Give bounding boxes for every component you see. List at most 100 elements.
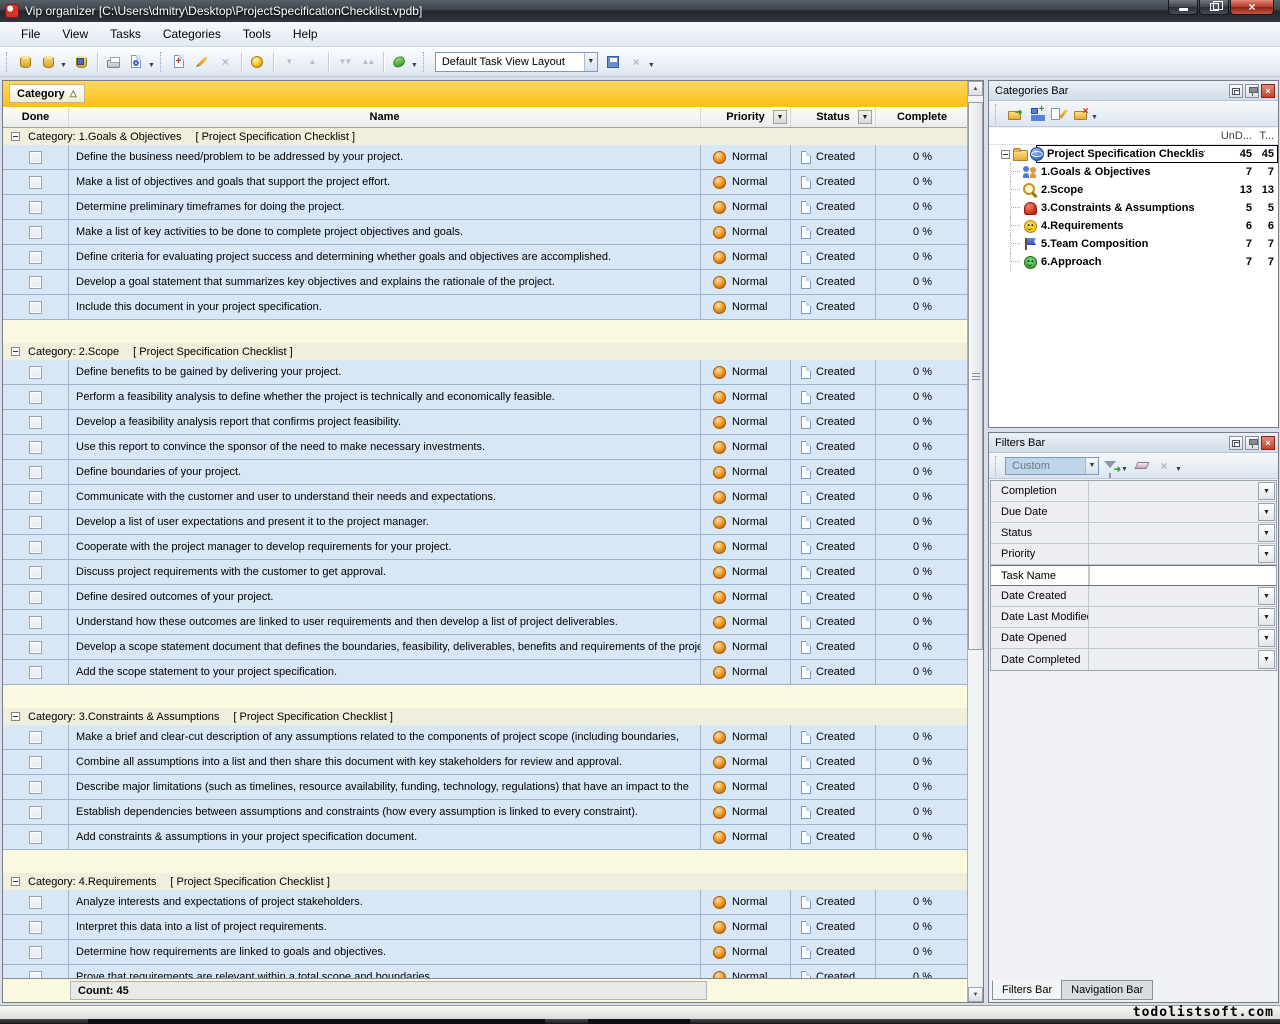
column-header-done[interactable]: Done	[3, 107, 69, 127]
task-name-cell[interactable]: Include this document in your project sp…	[69, 295, 701, 319]
task-row[interactable]: Define boundaries of your project.Normal…	[3, 460, 969, 485]
priority-cell[interactable]: Normal	[701, 360, 791, 384]
column-header-status[interactable]: Status▼	[791, 107, 876, 127]
menu-item-view[interactable]: View	[51, 23, 99, 45]
task-name-cell[interactable]: Define the business need/problem to be a…	[69, 145, 701, 169]
complete-cell[interactable]: 0 %	[876, 750, 969, 774]
priority-cell[interactable]: Normal	[701, 660, 791, 684]
task-checkbox[interactable]	[29, 781, 42, 794]
edit-task-button[interactable]	[191, 51, 214, 73]
task-row[interactable]: Make a list of objectives and goals that…	[3, 170, 969, 195]
move-bottom-button[interactable]: ▼▼	[333, 51, 356, 73]
task-checkbox[interactable]	[29, 366, 42, 379]
task-checkbox[interactable]	[29, 301, 42, 314]
priority-cell[interactable]: Normal	[701, 510, 791, 534]
task-row[interactable]: Define desired outcomes of your project.…	[3, 585, 969, 610]
status-cell[interactable]: Created	[791, 560, 876, 584]
complete-cell[interactable]: 0 %	[876, 435, 969, 459]
task-name-cell[interactable]: Define boundaries of your project.	[69, 460, 701, 484]
task-name-cell[interactable]: Prove that requirements are relevant wit…	[69, 965, 701, 978]
status-cell[interactable]: Created	[791, 585, 876, 609]
priority-cell[interactable]: Normal	[701, 750, 791, 774]
complete-cell[interactable]: 0 %	[876, 460, 969, 484]
complete-cell[interactable]: 0 %	[876, 145, 969, 169]
task-row[interactable]: Determine preliminary timeframes for doi…	[3, 195, 969, 220]
filter-value[interactable]	[1089, 502, 1257, 522]
delete-task-button[interactable]: ×	[214, 51, 237, 73]
status-cell[interactable]: Created	[791, 535, 876, 559]
status-cell[interactable]: Created	[791, 435, 876, 459]
task-row[interactable]: Use this report to convince the sponsor …	[3, 435, 969, 460]
task-row[interactable]: Interpret this data into a list of proje…	[3, 915, 969, 940]
add-category-button[interactable]: ➜	[1003, 104, 1025, 124]
task-checkbox[interactable]	[29, 176, 42, 189]
status-cell[interactable]: Created	[791, 410, 876, 434]
collapse-icon[interactable]	[11, 877, 20, 886]
task-row[interactable]: Make a brief and clear-cut description o…	[3, 725, 969, 750]
total-column-header[interactable]: T...	[1256, 130, 1274, 142]
complete-cell[interactable]: 0 %	[876, 170, 969, 194]
priority-cell[interactable]: Normal	[701, 635, 791, 659]
undone-column-header[interactable]: UnD...	[1212, 130, 1252, 142]
filter-value[interactable]	[1089, 523, 1257, 543]
task-row[interactable]: Define the business need/problem to be a…	[3, 145, 969, 170]
dropdown-caret-icon[interactable]: ▼	[1175, 466, 1182, 473]
tree-category-row[interactable]: 2.Scope1313	[989, 181, 1278, 199]
priority-cell[interactable]: Normal	[701, 195, 791, 219]
task-checkbox[interactable]	[29, 466, 42, 479]
filter-dropdown-button[interactable]: ▼	[1258, 629, 1275, 647]
task-row[interactable]: Develop a scope statement document that …	[3, 635, 969, 660]
complete-cell[interactable]: 0 %	[876, 725, 969, 749]
task-checkbox[interactable]	[29, 416, 42, 429]
priority-cell[interactable]: Normal	[701, 890, 791, 914]
add-subcategory-button[interactable]: +	[1025, 104, 1047, 124]
status-cell[interactable]: Created	[791, 915, 876, 939]
complete-cell[interactable]: 0 %	[876, 410, 969, 434]
task-name-cell[interactable]: Add the scope statement to your project …	[69, 660, 701, 684]
task-checkbox[interactable]	[29, 251, 42, 264]
delete-filter-button[interactable]: ×	[1153, 456, 1175, 476]
filter-preset-combobox[interactable]: Custom ▼	[1005, 457, 1099, 475]
scroll-up-button[interactable]: ▲	[968, 81, 983, 96]
save-layout-button[interactable]	[602, 51, 625, 73]
priority-cell[interactable]: Normal	[701, 940, 791, 964]
task-row[interactable]: Discuss project requirements with the cu…	[3, 560, 969, 585]
tree-category-row[interactable]: 5.Team Composition77	[989, 235, 1278, 253]
open-database-button[interactable]	[14, 51, 37, 73]
complete-cell[interactable]: 0 %	[876, 270, 969, 294]
priority-cell[interactable]: Normal	[701, 485, 791, 509]
task-name-cell[interactable]: Make a brief and clear-cut description o…	[69, 725, 701, 749]
task-name-cell[interactable]: Use this report to convince the sponsor …	[69, 435, 701, 459]
task-checkbox[interactable]	[29, 516, 42, 529]
task-row[interactable]: Develop a feasibility analysis report th…	[3, 410, 969, 435]
task-row[interactable]: Cooperate with the project manager to de…	[3, 535, 969, 560]
dropdown-caret-icon[interactable]: ▼	[1121, 466, 1128, 473]
save-database-button[interactable]	[70, 51, 93, 73]
task-name-cell[interactable]: Perform a feasibility analysis to define…	[69, 385, 701, 409]
task-row[interactable]: Determine how requirements are linked to…	[3, 940, 969, 965]
menu-item-tasks[interactable]: Tasks	[99, 23, 152, 45]
tree-category-row[interactable]: 6.Approach77	[989, 253, 1278, 271]
task-row[interactable]: Establish dependencies between assumptio…	[3, 800, 969, 825]
priority-cell[interactable]: Normal	[701, 725, 791, 749]
minimize-button[interactable]	[1168, 0, 1198, 15]
task-name-cell[interactable]: Communicate with the customer and user t…	[69, 485, 701, 509]
tab-navigation-bar[interactable]: Navigation Bar	[1061, 980, 1153, 1000]
task-name-cell[interactable]: Develop a list of user expectations and …	[69, 510, 701, 534]
status-cell[interactable]: Created	[791, 965, 876, 978]
status-cell[interactable]: Created	[791, 170, 876, 194]
tree-root-row[interactable]: Project Specification Checklist4545	[989, 145, 1278, 163]
status-filter-dropdown[interactable]: ▼	[858, 110, 872, 124]
complete-cell[interactable]: 0 %	[876, 800, 969, 824]
priority-cell[interactable]: Normal	[701, 560, 791, 584]
complete-cell[interactable]: 0 %	[876, 560, 969, 584]
task-name-cell[interactable]: Define criteria for evaluating project s…	[69, 245, 701, 269]
collapse-icon[interactable]	[11, 347, 20, 356]
priority-cell[interactable]: Normal	[701, 385, 791, 409]
task-name-cell[interactable]: Develop a goal statement that summarizes…	[69, 270, 701, 294]
move-down-button[interactable]: ▼	[278, 51, 301, 73]
scroll-down-button[interactable]: ▼	[968, 987, 983, 1002]
complete-cell[interactable]: 0 %	[876, 965, 969, 978]
status-cell[interactable]: Created	[791, 270, 876, 294]
close-button[interactable]: ×	[1230, 0, 1274, 15]
